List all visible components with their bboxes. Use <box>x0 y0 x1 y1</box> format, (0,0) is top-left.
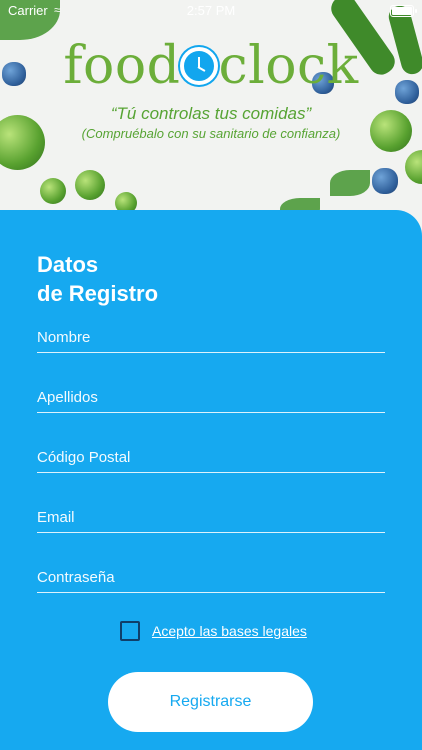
email-input[interactable] <box>37 504 385 530</box>
form-title-line2: de Registro <box>37 281 159 306</box>
tagline: “Tú controlas tus comidas” <box>110 104 312 123</box>
app-logo: food clock <box>0 36 422 96</box>
form-title: Datos de Registro <box>37 250 158 308</box>
password-input[interactable] <box>37 564 385 590</box>
battery-icon <box>390 5 417 17</box>
email-field[interactable] <box>37 504 385 533</box>
form-title-line1: Datos <box>37 252 99 277</box>
tagline-subtitle: (Compruébalo con su sanitario de confian… <box>81 126 341 141</box>
blueberry-decoration <box>372 168 398 194</box>
name-input[interactable] <box>37 324 385 350</box>
password-field[interactable] <box>37 564 385 593</box>
postal-code-input[interactable] <box>37 444 385 470</box>
terms-link[interactable]: Acepto las bases legales <box>152 623 307 639</box>
logo-text-clock: clock <box>218 36 359 96</box>
name-field[interactable] <box>37 324 385 353</box>
status-time: 2:57 PM <box>186 3 236 18</box>
surname-input[interactable] <box>37 384 385 410</box>
postal-code-field[interactable] <box>37 444 385 473</box>
leaf-decoration <box>330 170 370 196</box>
terms-checkbox[interactable] <box>120 621 140 641</box>
terms-row: Acepto las bases legales <box>120 621 307 641</box>
surname-field[interactable] <box>37 384 385 413</box>
status-bar: Carrier ≈ 2:57 PM <box>0 0 422 22</box>
green-grape-decoration <box>75 170 105 200</box>
logo-text-food: food <box>63 36 181 96</box>
register-button[interactable]: Registrarse <box>108 672 313 732</box>
green-berry-decoration <box>405 150 422 184</box>
clock-icon <box>180 47 219 85</box>
green-grape-decoration <box>40 178 66 204</box>
